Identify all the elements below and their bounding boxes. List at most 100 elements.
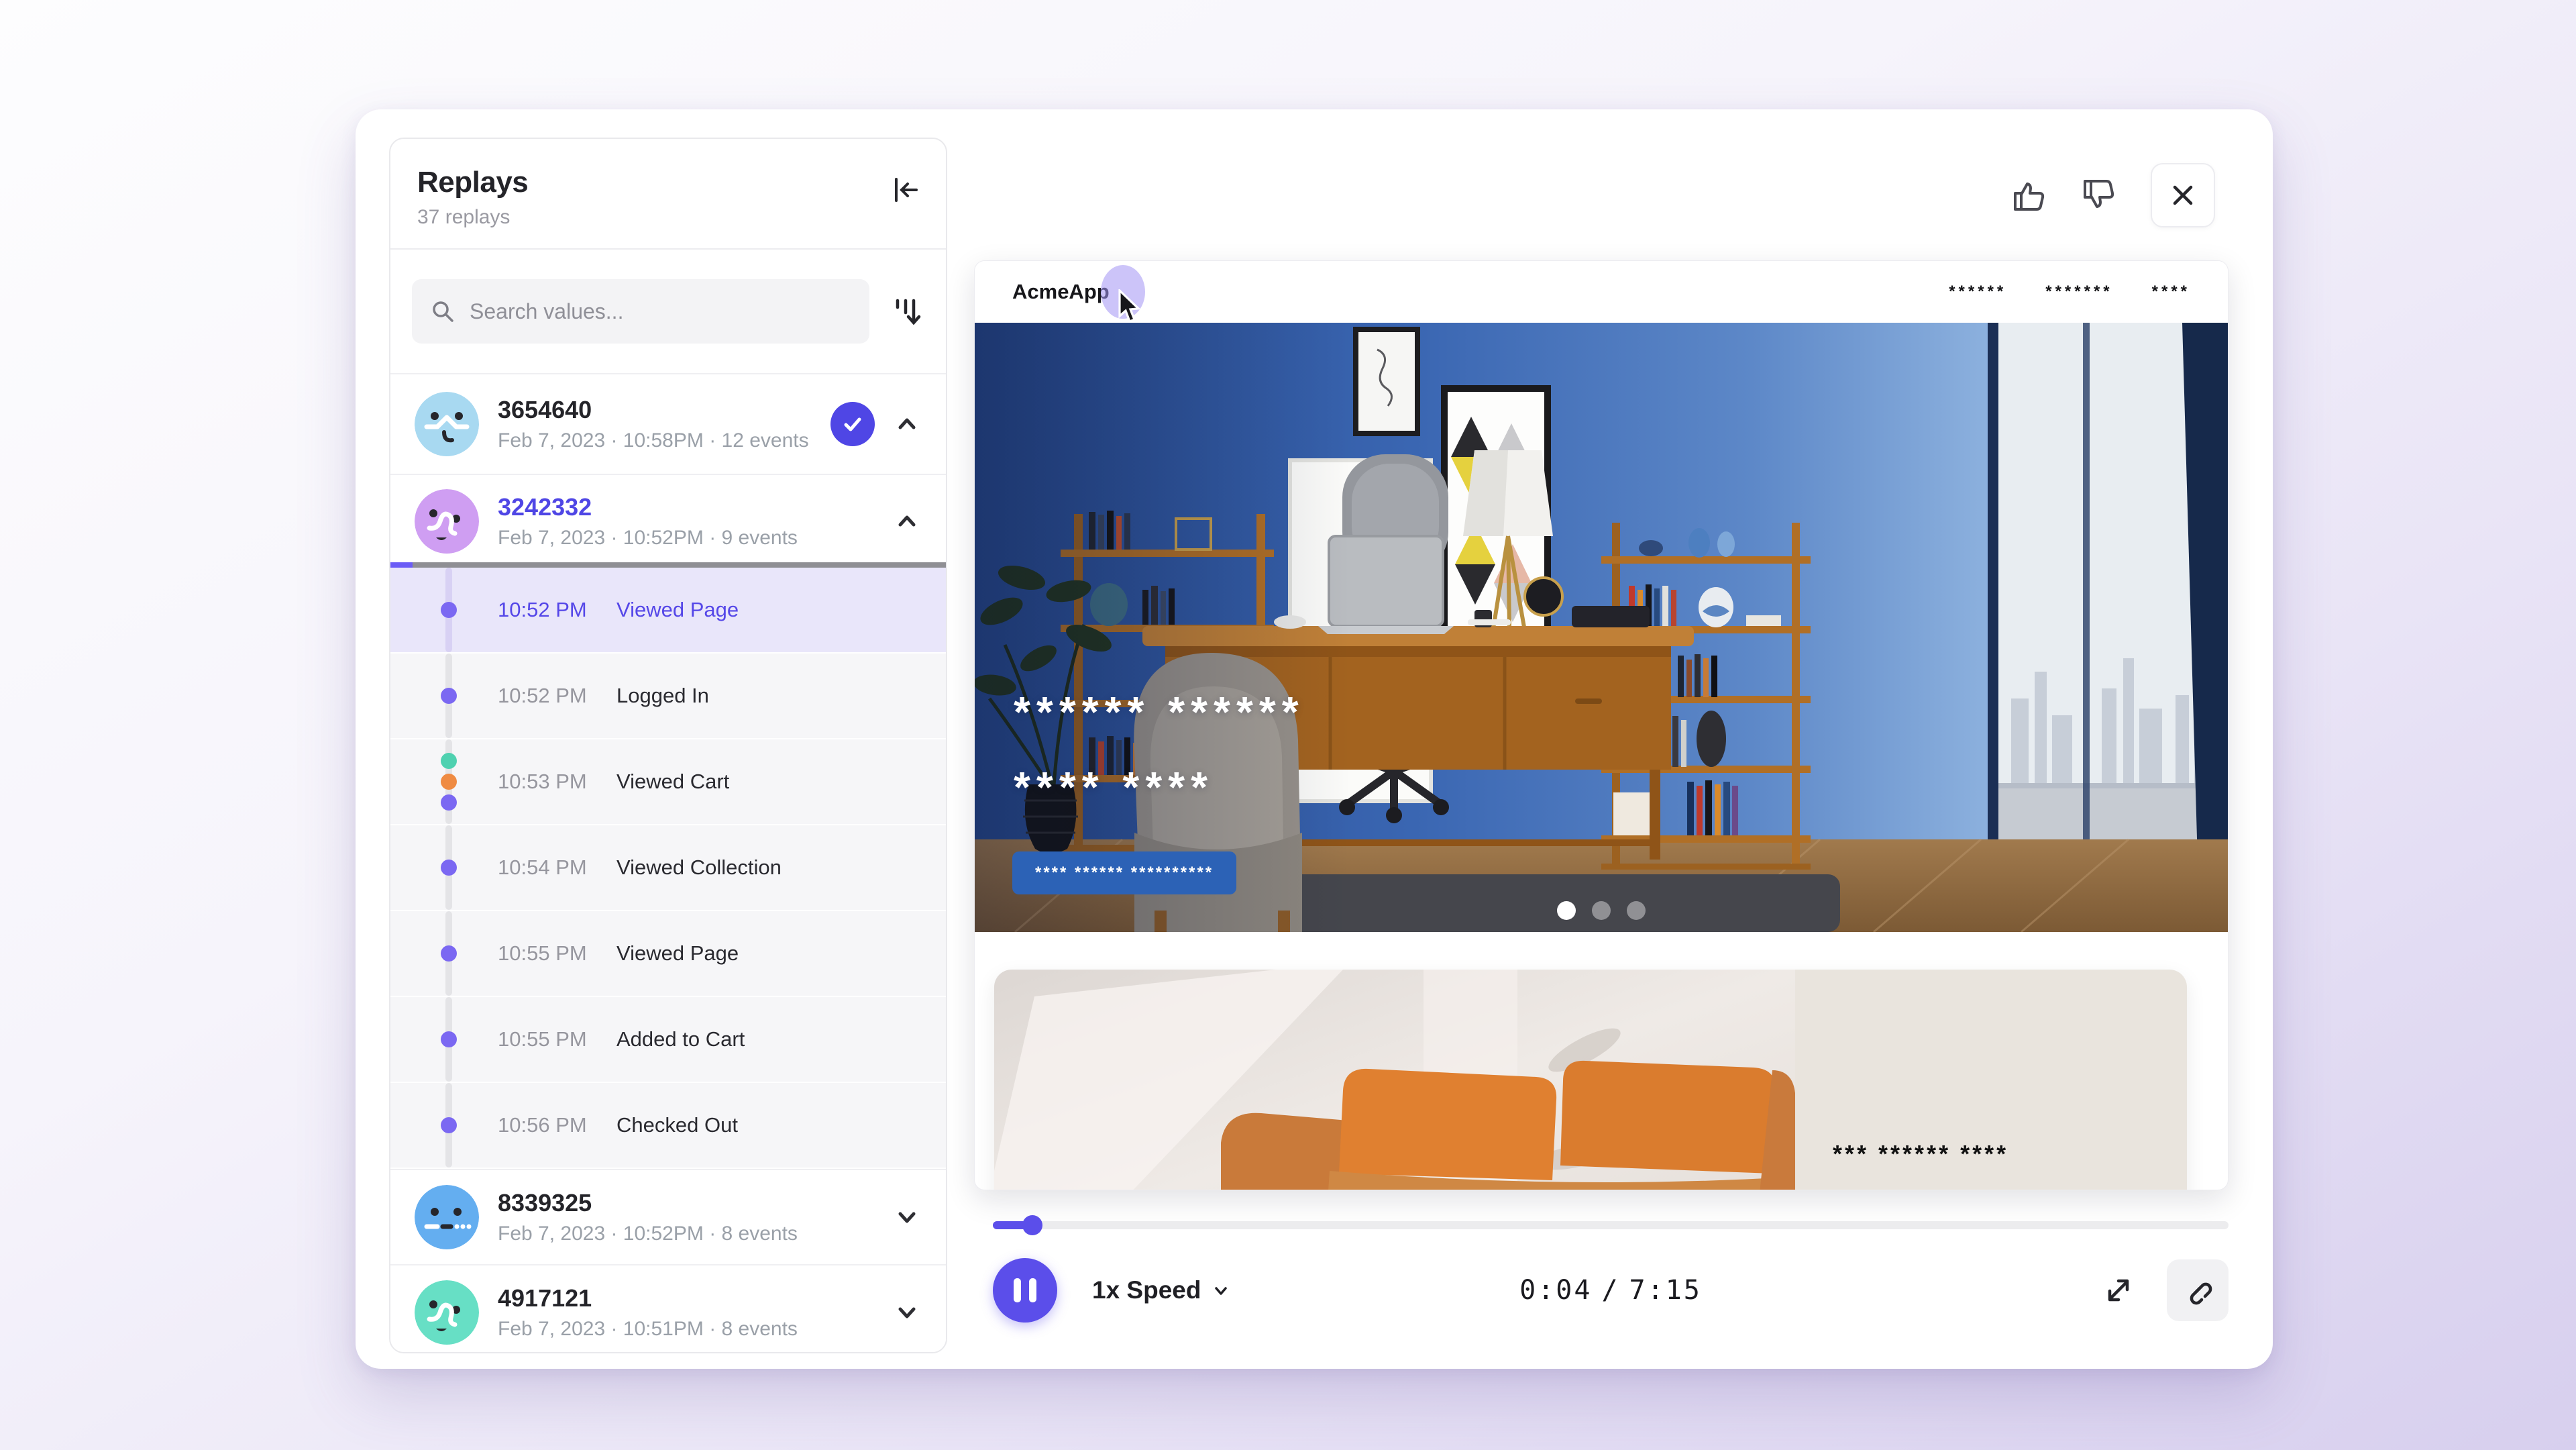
site-logo-text: AcmeApp [1012, 280, 1110, 304]
current-time: 0:04 [1519, 1275, 1592, 1306]
sidebar-header: Replays 37 replays [390, 139, 946, 248]
search-icon [431, 299, 455, 323]
seek-knob[interactable] [1022, 1215, 1042, 1235]
fullscreen-icon[interactable] [2100, 1272, 2137, 1309]
replayed-product-card: *** ****** **** [994, 970, 2187, 1190]
carousel-dot[interactable] [1592, 901, 1611, 920]
session-id: 8339325 [498, 1189, 892, 1217]
event-name: Viewed Collection [616, 856, 782, 880]
chevron-up-icon[interactable] [892, 507, 922, 536]
event-row-viewed-page[interactable]: 10:52 PM Viewed Page [390, 568, 946, 654]
event-name: Viewed Cart [616, 770, 729, 794]
chevron-up-icon[interactable] [892, 409, 922, 439]
collapse-panel-icon[interactable] [890, 174, 922, 206]
replay-viewport: AcmeApp ****** ******* **** [974, 260, 2229, 1190]
event-row-viewed-cart[interactable]: 10:53 PM Viewed Cart [390, 739, 946, 825]
event-time: 10:54 PM [498, 856, 587, 880]
playback-seek-bar[interactable] [993, 1221, 2229, 1229]
pause-button[interactable] [993, 1258, 1057, 1323]
carousel-dots [975, 901, 2228, 920]
replay-modal: Replays 37 replays [356, 109, 2273, 1369]
session-id-active: 3242332 [498, 493, 892, 521]
session-meta: Feb 7, 2023 · 10:52PM · 8 events [498, 1223, 892, 1245]
product-photo [994, 970, 1795, 1190]
pause-icon [1029, 1278, 1036, 1302]
event-time: 10:55 PM [498, 941, 587, 966]
event-dot [435, 1031, 463, 1047]
chevron-down-icon[interactable] [892, 1202, 922, 1232]
close-button[interactable] [2151, 163, 2215, 227]
session-texts: 4917121 Feb 7, 2023 · 10:51PM · 8 events [498, 1284, 892, 1341]
event-time: 10:52 PM [498, 684, 587, 708]
replayed-hero-section: ****** ****** **** **** **** ****** ****… [975, 323, 2228, 932]
speed-selector[interactable]: 1x Speed [1092, 1276, 1230, 1304]
session-avatar [415, 1280, 479, 1345]
search-box[interactable] [412, 279, 869, 344]
carousel-dot[interactable] [1627, 901, 1646, 920]
event-row-logged-in[interactable]: 10:52 PM Logged In [390, 654, 946, 739]
event-row-checked-out[interactable]: 10:56 PM Checked Out [390, 1083, 946, 1169]
masked-product-text: *** ****** **** [1833, 1140, 2008, 1168]
thumbs-down-icon[interactable] [2081, 176, 2120, 215]
masked-hero-cta-button[interactable]: **** ****** ********** [1012, 851, 1236, 894]
speed-label: 1x Speed [1092, 1276, 1201, 1304]
thumbs-up-icon[interactable] [2011, 176, 2050, 215]
total-time: 7:15 [1629, 1275, 1702, 1306]
chevron-down-icon [1212, 1281, 1230, 1300]
session-meta: Feb 7, 2023 · 10:58PM · 12 events [498, 429, 830, 452]
masked-nav-link: **** [2152, 282, 2190, 301]
event-row-viewed-collection[interactable]: 10:54 PM Viewed Collection [390, 825, 946, 911]
session-id: 3654640 [498, 396, 830, 424]
copy-link-button[interactable] [2167, 1259, 2229, 1321]
session-row-8339325[interactable]: 8339325 Feb 7, 2023 · 10:52PM · 8 events [390, 1169, 946, 1264]
session-meta: Feb 7, 2023 · 10:52PM · 9 events [498, 527, 892, 550]
session-texts: 3242332 Feb 7, 2023 · 10:52PM · 9 events [498, 493, 892, 550]
session-row-4917121[interactable]: 4917121 Feb 7, 2023 · 10:51PM · 8 events [390, 1264, 946, 1353]
right-controls [2100, 1259, 2229, 1321]
event-name: Checked Out [616, 1113, 738, 1137]
event-name: Added to Cart [616, 1027, 745, 1051]
close-icon [2171, 183, 2195, 207]
session-row-3654640[interactable]: 3654640 Feb 7, 2023 · 10:58PM · 12 event… [390, 373, 946, 474]
event-timeline-list: 10:52 PM Viewed Page 10:52 PM Logged In … [390, 568, 946, 1169]
masked-nav-link: ******* [2045, 282, 2112, 301]
playback-controls: 1x Speed 0:04 / 7:15 [993, 1253, 2229, 1327]
event-dot [435, 688, 463, 704]
search-input[interactable] [468, 299, 851, 325]
search-row [390, 250, 946, 373]
link-icon [2182, 1275, 2213, 1306]
event-time: 10:52 PM [498, 598, 587, 622]
masked-nav-link: ****** [1949, 282, 2006, 301]
event-dot-cluster [435, 753, 463, 811]
carousel-dot-active[interactable] [1557, 901, 1576, 920]
event-dot [435, 945, 463, 962]
session-meta: Feb 7, 2023 · 10:51PM · 8 events [498, 1318, 892, 1341]
session-avatar [415, 489, 479, 554]
session-id: 4917121 [498, 1284, 892, 1312]
session-texts: 8339325 Feb 7, 2023 · 10:52PM · 8 events [498, 1189, 892, 1245]
watched-check-icon [830, 402, 875, 446]
chevron-down-icon[interactable] [892, 1298, 922, 1327]
event-name: Viewed Page [616, 598, 739, 622]
session-texts: 3654640 Feb 7, 2023 · 10:58PM · 12 event… [498, 396, 830, 452]
event-row-viewed-page-2[interactable]: 10:55 PM Viewed Page [390, 911, 946, 997]
product-info-panel: *** ****** **** [1795, 970, 2187, 1190]
event-name: Logged In [616, 684, 709, 708]
time-separator: / [1601, 1275, 1619, 1306]
page-background: Replays 37 replays [0, 0, 2576, 1450]
pause-icon [1014, 1278, 1021, 1302]
event-dot [435, 602, 463, 618]
event-name: Viewed Page [616, 941, 739, 966]
replay-count: 37 replays [417, 206, 919, 229]
event-time: 10:53 PM [498, 770, 587, 794]
session-row-3242332[interactable]: 3242332 Feb 7, 2023 · 10:52PM · 9 events [390, 474, 946, 568]
masked-nav-links: ****** ******* **** [1949, 282, 2190, 301]
event-time: 10:56 PM [498, 1113, 587, 1137]
session-avatar [415, 392, 479, 456]
masked-hero-heading: ****** ****** [1014, 690, 1305, 733]
sort-icon[interactable] [887, 293, 924, 330]
event-row-added-to-cart[interactable]: 10:55 PM Added to Cart [390, 997, 946, 1083]
time-display: 0:04 / 7:15 [1519, 1275, 1702, 1306]
event-dot [435, 1117, 463, 1133]
replays-sidebar: Replays 37 replays [389, 138, 947, 1353]
